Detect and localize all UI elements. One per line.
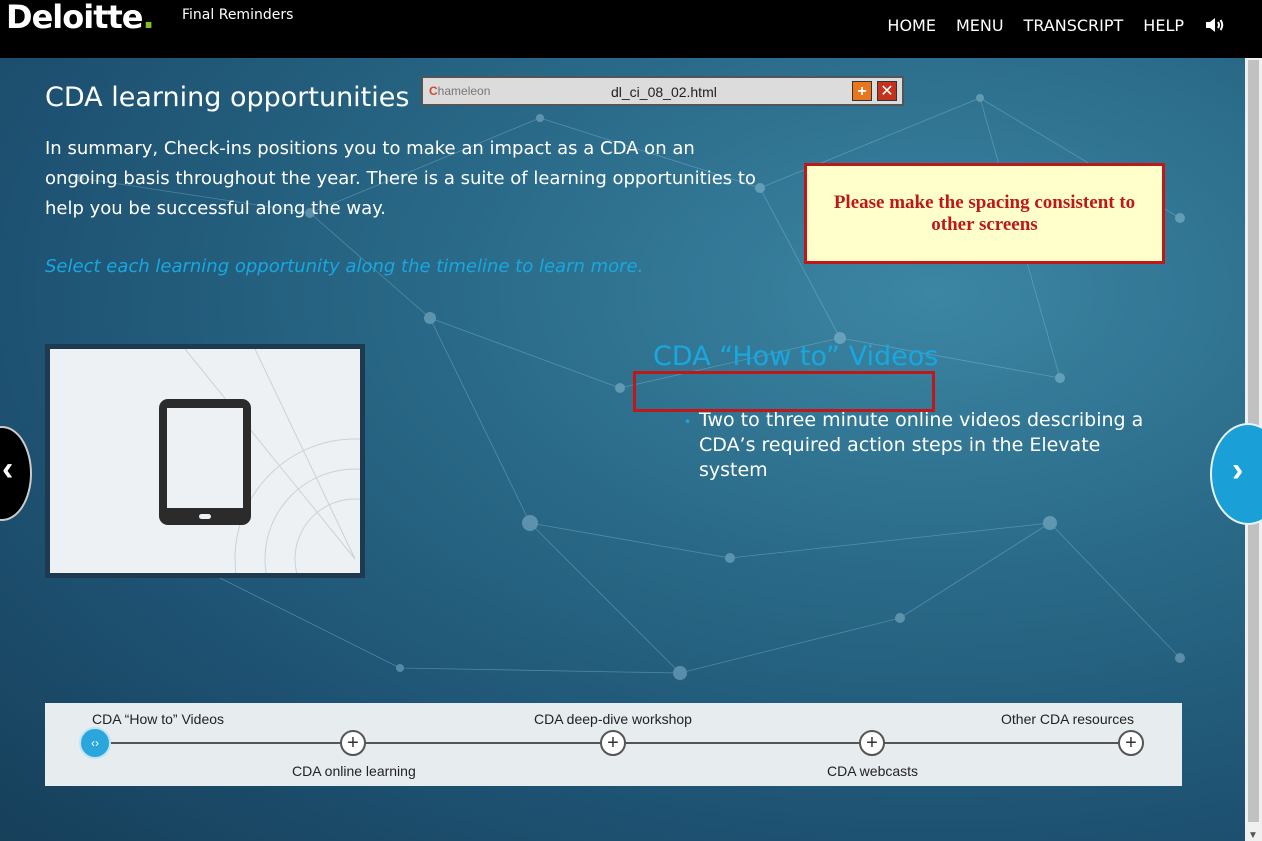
nav-home[interactable]: HOME [887,16,936,35]
detail-title: CDA “How to” Videos [653,341,939,372]
tablet-icon [159,399,251,525]
image-card [45,344,365,578]
timeline-node-other-resources[interactable]: + [1118,730,1144,756]
popup-close-button[interactable]: ✕ [877,81,897,101]
timeline-node-online-learning[interactable]: + [340,730,366,756]
course-title: Final Reminders [182,7,294,23]
timeline-label-how-to-videos[interactable]: CDA “How to” Videos [92,711,224,727]
timeline-label-other-resources[interactable]: Other CDA resources [1001,711,1134,727]
instruction-text: Select each learning opportunity along t… [45,256,644,277]
timeline-node-how-to-videos[interactable]: ‹› [79,727,111,759]
page-title: CDA learning opportunities [45,82,410,113]
chevron-right-icon: › [1232,451,1244,489]
timeline-label-online-learning[interactable]: CDA online learning [292,763,416,779]
speaker-icon[interactable] [1204,15,1226,35]
scroll-down-arrow-icon[interactable]: ▼ [1248,830,1258,841]
summary-text: In summary, Check-ins positions you to m… [45,138,756,219]
chevron-left-icon: ‹ [2,450,14,488]
deloitte-logo: Deloitte. [6,0,155,36]
nav-menu[interactable]: MENU [956,16,1004,35]
timeline: CDA “How to” Videos ‹› CDA online learni… [45,703,1182,786]
chameleon-popup-bar: Chameleon dl_ci_08_02.html + ✕ [421,76,904,106]
popup-expand-button[interactable]: + [852,81,872,101]
top-nav: HOME MENU TRANSCRIPT HELP [887,15,1226,35]
timeline-label-webcasts[interactable]: CDA webcasts [827,763,918,779]
image-card-inner [50,349,360,573]
top-bar: Deloitte. Final Reminders HOME MENU TRAN… [0,0,1262,58]
detail-bullet-text: Two to three minute online videos descri… [699,409,1144,481]
nav-transcript[interactable]: TRANSCRIPT [1024,16,1124,35]
detail-bullet: • Two to three minute online videos desc… [684,408,1174,483]
review-note: Please make the spacing consistent to ot… [804,163,1165,264]
popup-filename: dl_ci_08_02.html [611,84,717,100]
review-highlight-box [633,371,935,412]
nav-help[interactable]: HELP [1143,16,1184,35]
bullet-icon: • [684,415,692,429]
chameleon-logo: Chameleon [429,84,491,98]
timeline-node-webcasts[interactable]: + [859,730,885,756]
timeline-node-deep-dive-workshop[interactable]: + [600,730,626,756]
timeline-label-deep-dive-workshop[interactable]: CDA deep-dive workshop [534,711,692,727]
